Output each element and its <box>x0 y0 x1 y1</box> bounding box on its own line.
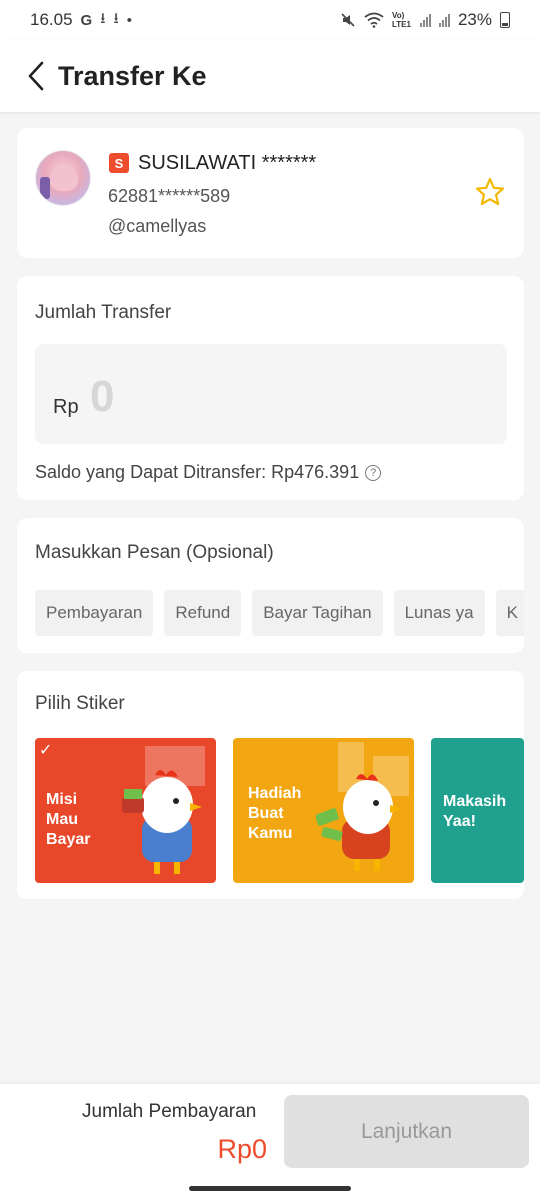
amount-value: 0 <box>90 372 115 421</box>
network-label: Vo) LTE1 <box>391 11 411 29</box>
page-title: Transfer Ke <box>58 60 207 91</box>
signal-icon <box>419 13 431 27</box>
sticker-text: Misi Mau Bayar <box>46 791 91 848</box>
mute-icon <box>341 13 355 27</box>
status-bar: 16.05 G ⭳ ⭳ • Vo) LTE1 23% <box>0 0 540 40</box>
signal-icon <box>438 13 450 27</box>
battery-percent: 23% <box>457 10 492 29</box>
star-icon <box>475 177 505 206</box>
chicken-mascot-icon <box>316 774 402 871</box>
app-header: Transfer Ke <box>0 40 540 112</box>
status-time: 16.05 <box>30 10 73 29</box>
favorite-button[interactable] <box>474 176 506 208</box>
recipient-phone: 62881******589 <box>108 186 231 206</box>
recipient-username: @camellyas <box>108 216 207 236</box>
sticker-hadiah-buat-kamu[interactable]: Hadiah Buat Kamu <box>233 738 414 883</box>
recipient-name: SUSILAWATI ******* <box>138 152 317 174</box>
dot-icon: • <box>126 11 133 29</box>
info-icon[interactable]: ? <box>365 464 382 481</box>
avatar <box>35 150 91 206</box>
message-chip[interactable]: Refund <box>164 590 242 636</box>
continue-button[interactable]: Lanjutkan <box>284 1095 529 1168</box>
download-icon: ⭳ <box>113 9 119 27</box>
balance-text: Saldo yang Dapat Ditransfer: Rp476.391 <box>35 462 360 482</box>
message-chips: Pembayaran Refund Bayar Tagihan Lunas ya… <box>35 590 524 636</box>
message-chip[interactable]: Bayar Tagihan <box>252 590 383 636</box>
sticker-makasih-yaa[interactable]: Makasih Yaa! <box>431 738 524 883</box>
status-left: 16.05 G ⭳ ⭳ • <box>30 8 132 33</box>
battery-icon <box>500 12 510 28</box>
sticker-list: ✓ Misi Mau Bayar Hadiah Buat Kamu Makasi… <box>35 738 524 883</box>
payment-total-label: Jumlah Pembayaran <box>82 1101 257 1122</box>
sticker-label: Pilih Stiker <box>35 693 125 714</box>
sticker-text: Makasih Yaa! <box>443 793 507 830</box>
message-label: Masukkan Pesan (Opsional) <box>35 542 274 563</box>
message-card: Masukkan Pesan (Opsional) Pembayaran Ref… <box>17 518 524 653</box>
transfer-amount-card: Jumlah Transfer Rp 0 Saldo yang Dapat Di… <box>17 276 524 500</box>
amount-input[interactable]: Rp 0 <box>35 344 507 444</box>
check-icon: ✓ <box>39 742 53 759</box>
download-icon: ⭳ <box>100 9 106 27</box>
bottom-bar: Jumlah Pembayaran Rp0 Lanjutkan <box>0 1084 540 1200</box>
message-chip[interactable]: K <box>495 590 524 636</box>
message-chip[interactable]: Pembayaran <box>35 590 154 636</box>
chicken-mascot-icon <box>122 770 202 874</box>
chevron-left-icon <box>28 61 44 91</box>
back-button[interactable] <box>22 56 50 96</box>
google-icon: G <box>80 11 93 29</box>
currency-label: Rp <box>53 396 79 418</box>
wifi-icon <box>364 12 384 28</box>
sticker-card: Pilih Stiker ✓ Misi Mau Bayar Hadiah Bua… <box>17 671 524 899</box>
home-indicator[interactable] <box>189 1186 351 1191</box>
message-chip[interactable]: Lunas ya <box>393 590 485 636</box>
available-balance: Saldo yang Dapat Ditransfer: Rp476.391 ? <box>35 462 382 483</box>
sticker-misi-mau-bayar[interactable]: ✓ Misi Mau Bayar <box>35 738 216 883</box>
recipient-card: S SUSILAWATI ******* 62881******589 @cam… <box>17 128 524 258</box>
shop-badge-icon: S <box>109 153 129 173</box>
transfer-amount-label: Jumlah Transfer <box>35 302 172 323</box>
payment-total-amount: Rp0 <box>217 1134 267 1164</box>
status-right: Vo) LTE1 23% <box>340 10 510 30</box>
